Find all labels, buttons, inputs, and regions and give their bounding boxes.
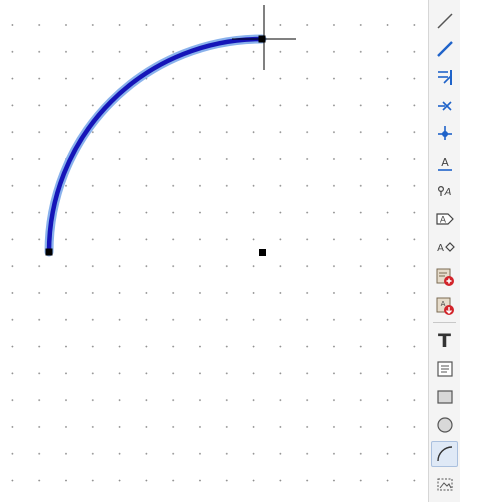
text-box-tool-button[interactable] — [431, 356, 458, 382]
hierarchical-label-icon: A — [435, 213, 454, 226]
svg-text:A: A — [439, 216, 446, 226]
hierarchical-pin-tool-button[interactable]: A — [431, 234, 458, 260]
junction-tool-button[interactable] — [431, 120, 458, 146]
net-label-tool-button[interactable]: A — [431, 150, 458, 176]
line-tool-button[interactable] — [431, 8, 458, 34]
right-margin — [460, 0, 485, 502]
no-connect-icon — [437, 101, 452, 111]
circle-tool-button[interactable] — [431, 412, 458, 438]
global-label-glyph: A — [443, 187, 451, 198]
global-label-tool-button[interactable]: A — [431, 178, 458, 204]
junction-icon — [437, 126, 452, 140]
arc-selection-highlight — [44, 34, 267, 257]
hierarchical-pin-icon: A — [437, 242, 455, 254]
net-label-glyph: A — [441, 156, 449, 169]
rectangle-tool-button[interactable] — [431, 384, 458, 410]
right-toolbar: A A A A A T — [428, 0, 461, 502]
global-label-icon: A — [437, 185, 451, 198]
arc-start-handle[interactable] — [45, 248, 53, 256]
bus-entry-tool-button[interactable] — [431, 64, 458, 90]
add-sheet-icon — [436, 268, 454, 286]
wire-icon — [436, 41, 453, 57]
svg-text:A: A — [437, 243, 444, 254]
import-sheet-pin-icon: A — [436, 297, 454, 315]
line-icon — [436, 13, 453, 29]
schematic-canvas[interactable] — [0, 0, 428, 502]
svg-text:A: A — [440, 300, 445, 308]
net-label-icon: A — [437, 156, 452, 171]
text-box-icon — [436, 361, 453, 377]
arc-center-handle[interactable] — [259, 249, 266, 256]
circle-icon — [436, 417, 453, 433]
bus-entry-icon — [437, 70, 452, 85]
image-icon — [437, 478, 452, 491]
arc-tool-button[interactable] — [431, 441, 458, 467]
add-sheet-tool-button[interactable] — [431, 264, 458, 290]
import-sheet-pin-tool-button[interactable]: A — [431, 293, 458, 319]
text-tool-button[interactable]: T — [431, 328, 458, 354]
image-tool-button[interactable] — [431, 471, 458, 497]
rectangle-icon — [436, 390, 453, 404]
canvas-drawing — [44, 5, 296, 257]
wire-tool-button[interactable] — [431, 36, 458, 62]
toolbar-separator — [433, 322, 456, 323]
arc-icon — [436, 446, 452, 462]
no-connect-tool-button[interactable] — [431, 92, 458, 118]
text-icon: T — [438, 330, 451, 352]
hierarchical-label-tool-button[interactable]: A — [431, 206, 458, 232]
